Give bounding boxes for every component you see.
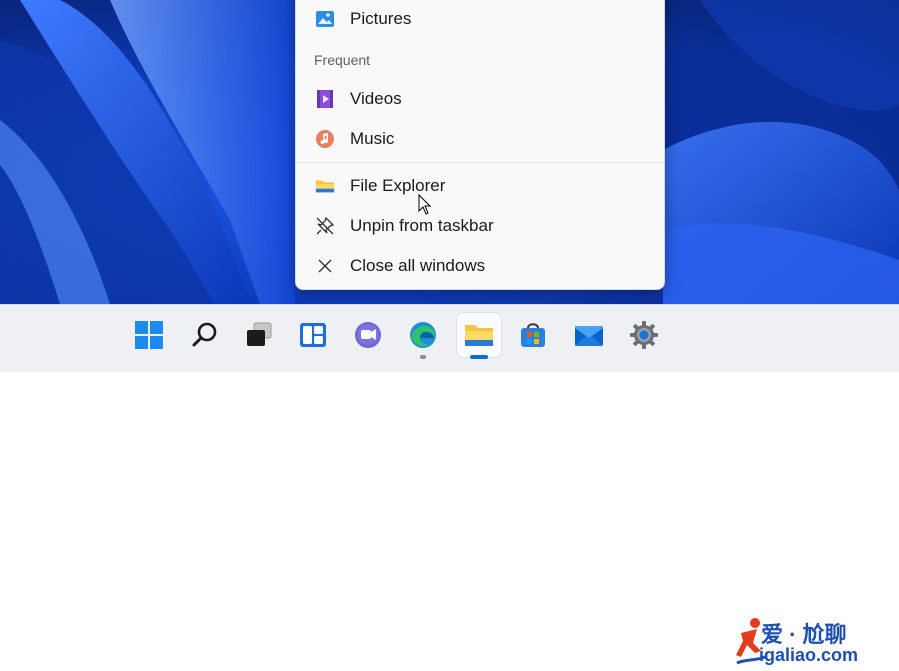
mouse-cursor	[418, 193, 432, 216]
watermark-text-domain: igaliao.com	[759, 645, 859, 665]
teams-chat-icon	[355, 322, 381, 348]
music-folder-icon	[315, 129, 335, 149]
microsoft-store-button[interactable]	[511, 313, 555, 357]
task-view-icon	[247, 322, 272, 346]
jump-list-item-videos[interactable]: Videos	[296, 80, 664, 118]
file-explorer-button[interactable]	[457, 313, 501, 359]
pictures-folder-icon	[315, 9, 335, 29]
videos-folder-icon	[315, 89, 335, 109]
jump-list-action-label: Close all windows	[350, 256, 486, 275]
widgets-icon	[300, 323, 326, 347]
search-icon	[192, 322, 217, 347]
jump-list-action-unpin[interactable]: Unpin from taskbar	[296, 207, 664, 245]
jump-list-action-label: Unpin from taskbar	[350, 216, 494, 235]
folder-icon	[315, 176, 335, 196]
running-indicator	[420, 355, 426, 359]
widgets-button[interactable]	[291, 313, 335, 357]
frequent-section-header: Frequent	[314, 52, 371, 68]
start-icon	[135, 321, 163, 349]
start-button[interactable]	[127, 313, 171, 357]
jump-list-menu: Pictures Frequent Videos Music File Expl…	[295, 0, 665, 290]
active-app-indicator	[470, 355, 488, 359]
microsoft-store-icon	[521, 323, 545, 347]
jump-list-action-label: File Explorer	[350, 176, 446, 195]
jump-list-item-label: Videos	[350, 89, 402, 108]
taskbar: 爱 · 尬聊 igaliao.com	[0, 304, 899, 665]
jump-list-action-close-all[interactable]: Close all windows	[296, 247, 664, 285]
jump-list-item-label: Pictures	[350, 9, 412, 28]
jump-list-action-file-explorer[interactable]: File Explorer	[296, 167, 664, 205]
file-explorer-icon	[465, 325, 493, 346]
close-icon	[315, 256, 335, 276]
teams-chat-button[interactable]	[346, 313, 390, 357]
jump-list-item-pictures[interactable]: Pictures	[296, 0, 664, 38]
settings-icon	[630, 321, 658, 349]
jump-list-item-music[interactable]: Music	[296, 120, 664, 158]
mail-icon	[575, 326, 603, 346]
menu-divider	[296, 162, 664, 163]
mail-button[interactable]	[567, 313, 611, 357]
jump-list-item-label: Music	[350, 129, 395, 148]
watermark-logo: 爱 · 尬聊 igaliao.com	[735, 611, 895, 671]
unpin-icon	[315, 216, 335, 236]
edge-button[interactable]	[401, 313, 445, 359]
settings-button[interactable]	[622, 313, 666, 357]
task-view-button[interactable]	[237, 313, 281, 357]
search-button[interactable]	[183, 313, 227, 357]
edge-icon	[410, 322, 436, 348]
